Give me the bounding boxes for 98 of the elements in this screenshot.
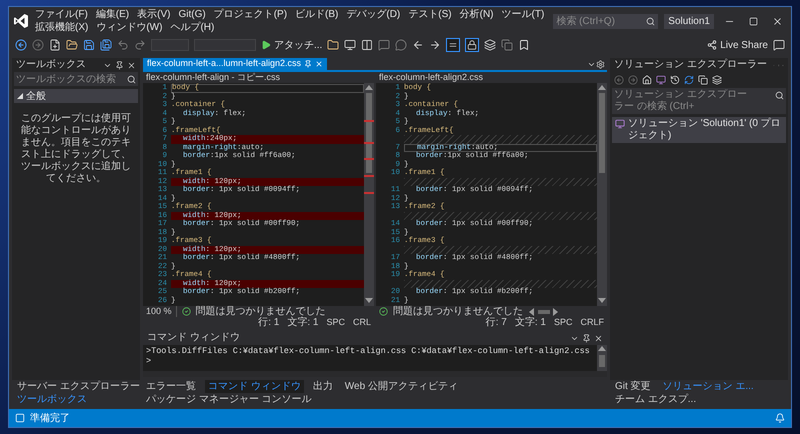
columns-icon[interactable] — [361, 39, 374, 51]
play-icon[interactable] — [261, 40, 271, 50]
search-icon[interactable] — [775, 91, 784, 100]
live-share-button[interactable]: Live Share — [707, 38, 768, 52]
column-position: 文字: 1 — [287, 317, 318, 328]
document-tab[interactable]: flex-column-left-a...lumn-left-align2.css — [143, 58, 328, 70]
history-icon[interactable] — [670, 75, 680, 85]
line-ending[interactable]: CRLF — [580, 317, 604, 328]
panel-title: ツールボックス — [16, 59, 86, 71]
app-logo-icon[interactable] — [13, 13, 29, 29]
attach-button[interactable]: アタッチ... — [261, 38, 322, 52]
folder-icon[interactable] — [66, 39, 78, 51]
line-ending[interactable]: CRL — [352, 317, 371, 328]
monitor-icon[interactable] — [344, 39, 356, 51]
maximize-icon[interactable] — [749, 16, 758, 26]
scrollbar-thumb[interactable] — [366, 93, 372, 173]
menu-item[interactable]: 編集(E) — [96, 8, 130, 21]
column-position: 文字: 1 — [514, 317, 546, 328]
arrow-right-icon[interactable] — [429, 39, 442, 51]
copy-icon[interactable] — [698, 75, 708, 85]
arrow-left-icon[interactable] — [412, 39, 424, 51]
menu-item[interactable]: 表示(V) — [137, 8, 170, 21]
command-line: > — [146, 356, 152, 366]
scrollbar-thumb[interactable] — [599, 93, 605, 173]
new-item-icon[interactable] — [49, 39, 61, 51]
panel-tab[interactable]: パッケージ マネージャー コンソール — [143, 393, 315, 406]
search-icon[interactable] — [127, 74, 136, 84]
settings-icon[interactable] — [596, 60, 605, 69]
back-icon[interactable] — [614, 75, 624, 85]
panel-title: コマンド ウィンドウ — [147, 332, 240, 344]
undo-icon[interactable] — [117, 39, 129, 51]
panel-tab[interactable]: Web 公開アクティビティ — [342, 380, 461, 393]
search-icon[interactable] — [646, 16, 656, 26]
horizontal-scrollbar[interactable] — [143, 371, 607, 377]
pane-title: flex-column-left-align - コピー.css — [146, 72, 280, 83]
menu-item[interactable]: Git(G) — [178, 8, 206, 21]
menu-item[interactable]: ウィンドウ(W) — [96, 21, 162, 34]
save-all-icon[interactable] — [100, 39, 112, 51]
scroll-left-icon[interactable] — [528, 308, 536, 316]
notification-icon[interactable] — [775, 413, 785, 423]
back-icon[interactable] — [15, 39, 27, 51]
feedback-icon[interactable] — [773, 39, 785, 51]
menu-item[interactable]: デバッグ(D) — [346, 8, 400, 21]
redo-icon[interactable] — [134, 39, 146, 51]
whitespace-mode[interactable]: SPC — [326, 317, 345, 328]
issues-status[interactable]: 問題は見つかりませんでした — [196, 306, 326, 317]
status-text: 準備完了 — [30, 412, 70, 426]
whitespace-mode[interactable]: SPC — [554, 317, 572, 328]
menu-item[interactable]: ヘルプ(H) — [170, 21, 214, 34]
layers-icon[interactable] — [712, 75, 722, 85]
issues-status[interactable]: 問題は見つかりませんでした — [393, 306, 523, 317]
panel-tab[interactable]: コマンド ウィンドウ — [205, 380, 304, 393]
layers-icon[interactable] — [484, 39, 496, 51]
check-icon — [182, 307, 191, 316]
panel-tab[interactable]: チーム エクスプ... — [612, 393, 700, 406]
bookmark-icon[interactable] — [518, 39, 530, 51]
forward-icon[interactable] — [628, 75, 638, 85]
home-icon[interactable] — [642, 75, 652, 85]
toolbox-group[interactable]: 全般 — [14, 89, 138, 103]
expand-triangle-icon[interactable] — [17, 93, 23, 99]
panel-tab[interactable]: エラー一覧 — [143, 380, 199, 393]
sync-icon[interactable] — [684, 75, 694, 85]
panel-tab[interactable]: サーバー エクスプローラー — [14, 380, 143, 393]
empty-group-message: このグループには使用可能なコントロールがありません。項目をこのテキスト上にドラッグして、ツールボックスに追加してください。 — [20, 113, 132, 185]
search-field[interactable]: ツールボックスの検索 — [14, 72, 138, 86]
line-position: 行: 1 — [258, 317, 280, 328]
zoom-level[interactable]: 100 % — [146, 306, 177, 317]
panel-title: ソリューション エクスプローラー — [614, 59, 767, 71]
horizontal-scrollbar-thumb[interactable] — [538, 310, 550, 314]
save-icon[interactable] — [83, 39, 95, 51]
menu-item[interactable]: テスト(S) — [408, 8, 452, 21]
comment-icon[interactable] — [395, 39, 408, 51]
menu-item[interactable]: 分析(N) — [460, 8, 494, 21]
menu-item[interactable]: ファイル(F) — [35, 8, 88, 21]
scroll-right-icon[interactable] — [552, 308, 560, 316]
panel-tab[interactable]: 出力 — [310, 380, 336, 393]
solution-icon — [615, 119, 625, 129]
solution-node[interactable]: ソリューション 'Solution1' (0 プロジェクト) — [612, 117, 786, 143]
menu-item[interactable]: 拡張機能(X) — [35, 21, 88, 34]
forward-icon[interactable] — [32, 39, 44, 51]
scrollbar[interactable] — [597, 345, 607, 371]
solution-name: Solution1 — [664, 14, 714, 28]
share-icon[interactable] — [707, 40, 718, 50]
comment-icon[interactable] — [378, 39, 390, 51]
status-icon — [15, 413, 25, 423]
line-position: 行: 7 — [486, 317, 507, 328]
panel-tab[interactable]: Git 変更 — [612, 380, 654, 393]
pane-title: flex-column-left-align2.css — [379, 72, 484, 83]
menu-item[interactable]: ビルド(B) — [295, 8, 338, 21]
monitor-icon[interactable] — [656, 75, 666, 85]
check-icon — [379, 307, 388, 316]
folder-icon[interactable] — [327, 39, 340, 51]
scrollbar[interactable] — [597, 83, 607, 306]
search-field[interactable]: 検索 (Ctrl+Q) — [553, 14, 658, 28]
scrollbar[interactable] — [364, 83, 374, 306]
command-line: >Tools.DiffFiles C:¥data¥flex-column-left-align.css C:¥data¥flex-column-left-align2.css — [146, 346, 591, 356]
menu-item[interactable]: ツール(T) — [502, 8, 544, 21]
menu-item[interactable]: プロジェクト(P) — [214, 8, 288, 21]
